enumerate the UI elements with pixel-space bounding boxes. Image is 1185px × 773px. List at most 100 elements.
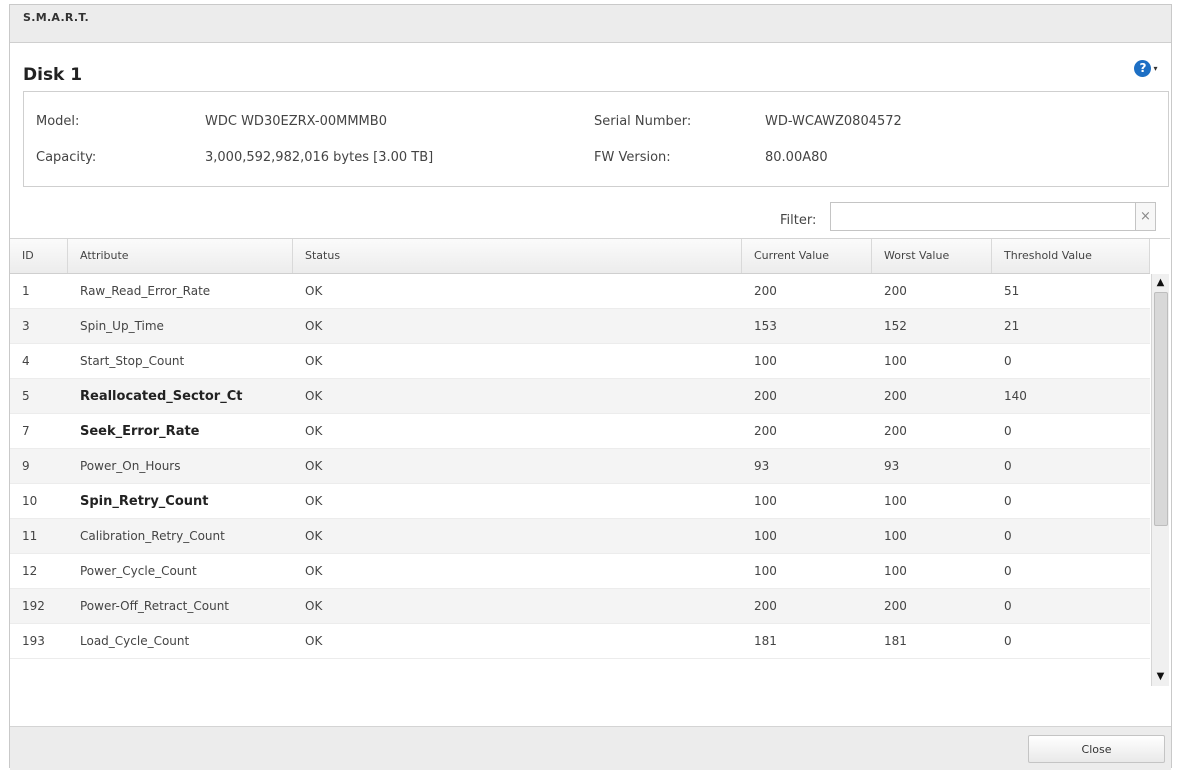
cell-status: OK	[305, 459, 323, 473]
model-label: Model:	[36, 114, 80, 129]
cell-attribute: Reallocated_Sector_Ct	[80, 389, 243, 404]
cell-worst-value: 100	[884, 494, 907, 508]
cell-status: OK	[305, 424, 323, 438]
cell-attribute: Raw_Read_Error_Rate	[80, 284, 211, 298]
table-row[interactable]: 192 Power-Off_Retract_Count OK 200 200 0	[10, 589, 1150, 624]
fw-value: 80.00A80	[765, 150, 828, 165]
cell-worst-value: 100	[884, 564, 907, 578]
cell-id: 1	[22, 284, 30, 298]
cell-attribute: Spin_Retry_Count	[80, 494, 209, 509]
cell-threshold-value: 0	[1004, 459, 1012, 473]
cell-attribute: Start_Stop_Count	[80, 354, 185, 368]
table-scrollbar[interactable]: ▲ ▼	[1151, 274, 1169, 686]
model-value: WDC WD30EZRX-00MMMB0	[205, 114, 387, 129]
table-row[interactable]: 1 Raw_Read_Error_Rate OK 200 200 51	[10, 274, 1150, 309]
cell-id: 7	[22, 424, 30, 438]
table-body: 1 Raw_Read_Error_Rate OK 200 200 51 3 Spin_Up_T…	[10, 274, 1150, 686]
cell-status: OK	[305, 284, 323, 298]
cell-current-value: 200	[754, 424, 777, 438]
cell-current-value: 200	[754, 284, 777, 298]
cell-current-value: 100	[754, 494, 777, 508]
cell-threshold-value: 0	[1004, 529, 1012, 543]
cell-id: 11	[22, 529, 38, 543]
column-header-threshold-value[interactable]: Threshold Value	[992, 239, 1150, 273]
cell-status: OK	[305, 529, 323, 543]
cell-threshold-value: 140	[1004, 389, 1027, 403]
cell-current-value: 200	[754, 599, 777, 613]
cell-threshold-value: 0	[1004, 424, 1012, 438]
cell-id: 192	[22, 599, 45, 613]
cell-threshold-value: 0	[1004, 599, 1012, 613]
cell-id: 10	[22, 494, 38, 508]
scroll-down-icon[interactable]: ▼	[1152, 669, 1169, 685]
table-row[interactable]: 12 Power_Cycle_Count OK 100 100 0	[10, 554, 1150, 589]
cell-worst-value: 100	[884, 529, 907, 543]
disk-title: Disk 1	[23, 65, 83, 85]
table-row[interactable]: 5 Reallocated_Sector_Ct OK 200 200 140	[10, 379, 1150, 414]
dialog-footer: Close	[10, 726, 1171, 770]
table-row[interactable]: 10 Spin_Retry_Count OK 100 100 0	[10, 484, 1150, 519]
cell-status: OK	[305, 599, 323, 613]
cell-worst-value: 152	[884, 319, 907, 333]
cell-worst-value: 93	[884, 459, 900, 473]
table-header: ID Attribute Status Current Value Worst …	[10, 239, 1150, 274]
cell-worst-value: 200	[884, 389, 907, 403]
cell-threshold-value: 51	[1004, 284, 1020, 298]
clear-filter-icon[interactable]: ×	[1136, 202, 1156, 231]
serial-label: Serial Number:	[594, 114, 692, 129]
table-row[interactable]: 7 Seek_Error_Rate OK 200 200 0	[10, 414, 1150, 449]
filter-input[interactable]	[830, 202, 1136, 231]
cell-worst-value: 200	[884, 284, 907, 298]
cell-current-value: 153	[754, 319, 777, 333]
column-header-status[interactable]: Status	[293, 239, 742, 273]
cell-threshold-value: 0	[1004, 494, 1012, 508]
cell-threshold-value: 0	[1004, 354, 1012, 368]
cell-current-value: 93	[754, 459, 770, 473]
dialog-title: S.M.A.R.T.	[10, 5, 1171, 43]
table-row[interactable]: 9 Power_On_Hours OK 93 93 0	[10, 449, 1150, 484]
column-header-worst-value[interactable]: Worst Value	[872, 239, 992, 273]
cell-status: OK	[305, 564, 323, 578]
cell-worst-value: 100	[884, 354, 907, 368]
cell-status: OK	[305, 319, 323, 333]
cell-worst-value: 200	[884, 424, 907, 438]
column-header-attribute[interactable]: Attribute	[68, 239, 293, 273]
cell-threshold-value: 21	[1004, 319, 1020, 333]
cell-id: 3	[22, 319, 30, 333]
table-row[interactable]: 3 Spin_Up_Time OK 153 152 21	[10, 309, 1150, 344]
fw-label: FW Version:	[594, 150, 671, 165]
cell-current-value: 181	[754, 634, 777, 648]
capacity-value: 3,000,592,982,016 bytes [3.00 TB]	[205, 150, 434, 165]
cell-current-value: 200	[754, 389, 777, 403]
table-row[interactable]: 11 Calibration_Retry_Count OK 100 100 0	[10, 519, 1150, 554]
close-button[interactable]: Close	[1028, 735, 1165, 763]
cell-attribute: Power_On_Hours	[80, 459, 181, 473]
cell-threshold-value: 0	[1004, 634, 1012, 648]
cell-status: OK	[305, 634, 323, 648]
cell-threshold-value: 0	[1004, 564, 1012, 578]
cell-status: OK	[305, 354, 323, 368]
cell-id: 12	[22, 564, 38, 578]
smart-attributes-table: ID Attribute Status Current Value Worst …	[10, 238, 1170, 686]
cell-worst-value: 181	[884, 634, 907, 648]
capacity-label: Capacity:	[36, 150, 97, 165]
column-header-id[interactable]: ID	[10, 239, 68, 273]
cell-attribute: Load_Cycle_Count	[80, 634, 190, 648]
cell-current-value: 100	[754, 564, 777, 578]
scroll-up-icon[interactable]: ▲	[1152, 275, 1169, 291]
help-button[interactable]: ? ▾	[1131, 57, 1161, 79]
cell-current-value: 100	[754, 354, 777, 368]
cell-attribute: Power_Cycle_Count	[80, 564, 197, 578]
cell-status: OK	[305, 389, 323, 403]
table-row[interactable]: 4 Start_Stop_Count OK 100 100 0	[10, 344, 1150, 379]
filter-label: Filter:	[780, 213, 817, 228]
chevron-down-icon: ▾	[1153, 63, 1158, 73]
scrollbar-thumb[interactable]	[1154, 292, 1168, 526]
cell-id: 5	[22, 389, 30, 403]
cell-worst-value: 200	[884, 599, 907, 613]
cell-id: 193	[22, 634, 45, 648]
help-icon: ?	[1134, 59, 1152, 77]
column-header-current-value[interactable]: Current Value	[742, 239, 872, 273]
cell-attribute: Power-Off_Retract_Count	[80, 599, 230, 613]
table-row[interactable]: 193 Load_Cycle_Count OK 181 181 0	[10, 624, 1150, 659]
